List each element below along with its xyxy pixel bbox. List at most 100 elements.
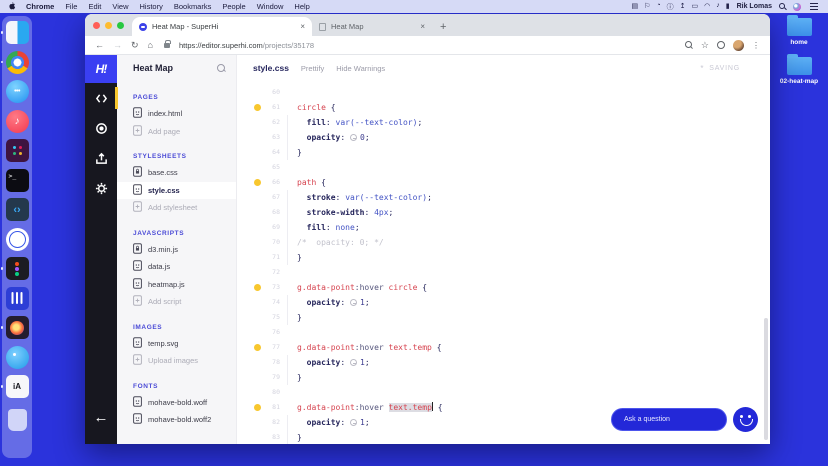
sidebar-item-add-page[interactable]: Add page: [117, 123, 236, 141]
info-icon[interactable]: ⓘ: [667, 2, 674, 12]
sidebar-item-mohave-bold-woff2[interactable]: mohave-bold.woff2: [117, 411, 236, 429]
number-widget-icon[interactable]: [350, 359, 357, 366]
spotlight-search-icon[interactable]: [779, 3, 786, 10]
code-line[interactable]: 73 g.data-point:hover circle {: [237, 280, 770, 295]
sidebar-item-style-css[interactable]: style.css: [117, 181, 236, 199]
apple-icon[interactable]: [8, 2, 16, 11]
code-line[interactable]: 62 fill: var(--text-color);: [237, 115, 770, 130]
code-line[interactable]: 61 circle {: [237, 100, 770, 115]
code-line[interactable]: 79}: [237, 370, 770, 385]
dock-item-music[interactable]: ♪: [5, 109, 29, 133]
menu-item-help[interactable]: Help: [294, 2, 309, 11]
menu-item-history[interactable]: History: [140, 2, 163, 11]
number-widget-icon[interactable]: [350, 299, 357, 306]
sidebar-item-mohave-bold-woff[interactable]: mohave-bold.woff: [117, 394, 236, 412]
new-tab-button[interactable]: +: [440, 21, 446, 33]
browser-tab-2[interactable]: Heat Map ×: [312, 17, 432, 36]
code-line[interactable]: 68 stroke-width: 4px;: [237, 205, 770, 220]
extension-icon[interactable]: [717, 41, 725, 49]
dock-item-figma[interactable]: [0, 257, 29, 280]
number-widget-icon[interactable]: [350, 134, 357, 141]
code-view-button[interactable]: [85, 83, 118, 113]
sidebar-item-heatmap-js[interactable]: heatmap.js: [117, 276, 236, 294]
code-line[interactable]: 71}: [237, 250, 770, 265]
volume-icon[interactable]: ♪: [716, 2, 720, 12]
code-line[interactable]: 77 g.data-point:hover text.temp {: [237, 340, 770, 355]
menubar-username[interactable]: Rik Lomas: [737, 3, 772, 10]
code-line[interactable]: 70 /* opacity: 0; */: [237, 235, 770, 250]
reload-icon[interactable]: ↻: [131, 40, 139, 51]
display-icon[interactable]: ▤: [631, 2, 638, 12]
code-editor[interactable]: 60 61 circle {62 fill: var(--text-color); 6…: [237, 81, 770, 444]
dock-item-trash[interactable]: [7, 405, 27, 431]
fullscreen-window-button[interactable]: [117, 21, 124, 29]
code-line[interactable]: 65: [237, 160, 770, 175]
menu-item-chrome[interactable]: Chrome: [26, 2, 54, 11]
sidebar-item-upload-images[interactable]: Upload images: [117, 352, 236, 370]
clock-icon[interactable]: ◔: [656, 2, 660, 12]
code-line[interactable]: 76: [237, 325, 770, 340]
editor-scrollbar[interactable]: [764, 318, 768, 440]
close-window-button[interactable]: [93, 21, 100, 29]
ask-question-input[interactable]: Ask a question: [611, 408, 727, 431]
vpn-icon[interactable]: ⚐: [644, 2, 650, 12]
dock-item-bird[interactable]: [5, 345, 29, 369]
settings-button[interactable]: [85, 173, 117, 203]
forward-icon[interactable]: →: [113, 40, 122, 50]
sidebar-item-data-js[interactable]: data.js: [117, 258, 236, 276]
upload-icon[interactable]: ↥: [680, 2, 686, 12]
preview-button[interactable]: [85, 113, 117, 143]
dock-item-clock[interactable]: [5, 227, 29, 251]
code-line[interactable]: 72: [237, 265, 770, 280]
back-button[interactable]: ←: [85, 409, 117, 426]
code-line[interactable]: 69 fill: none;: [237, 220, 770, 235]
back-icon[interactable]: ←: [95, 40, 104, 50]
code-line[interactable]: 75}: [237, 310, 770, 325]
menu-item-view[interactable]: View: [112, 2, 128, 11]
menu-item-people[interactable]: People: [222, 2, 245, 11]
dock-item-chrome[interactable]: [0, 50, 29, 74]
battery-icon[interactable]: ▮: [726, 2, 730, 12]
sidebar-item-d3-min-js[interactable]: d3.min.js: [117, 241, 236, 259]
code-line[interactable]: 60: [237, 85, 770, 100]
chat-smiley-button[interactable]: [733, 407, 758, 432]
home-icon[interactable]: ⌂: [148, 40, 153, 50]
menu-item-file[interactable]: File: [65, 2, 77, 11]
menu-item-bookmarks[interactable]: Bookmarks: [174, 2, 212, 11]
notification-center-icon[interactable]: [810, 6, 818, 7]
sidebar-item-temp-svg[interactable]: temp.svg: [117, 335, 236, 353]
dock-item-media[interactable]: [0, 316, 29, 339]
sidebar-item-add-stylesheet[interactable]: Add stylesheet: [117, 199, 236, 217]
number-widget-icon[interactable]: [350, 419, 357, 426]
code-line[interactable]: 78 opacity: 1;: [237, 355, 770, 370]
dock-item-writer[interactable]: iA: [0, 375, 29, 398]
hide-warnings-button[interactable]: Hide Warnings: [336, 64, 385, 73]
code-line[interactable]: 83}: [237, 430, 770, 444]
dock-item-slack[interactable]: [5, 139, 29, 162]
dock-item-finder[interactable]: [0, 21, 29, 44]
superhi-logo[interactable]: H!: [85, 55, 117, 83]
sidebar-item-base-css[interactable]: base.css: [117, 164, 236, 182]
profile-avatar[interactable]: [733, 39, 744, 51]
minimize-window-button[interactable]: [105, 21, 112, 29]
menu-item-edit[interactable]: Edit: [88, 2, 101, 11]
code-line[interactable]: 80: [237, 385, 770, 400]
url-field[interactable]: https://editor.superhi.com/projects/3517…: [179, 41, 314, 50]
dock-item-messages[interactable]: •••: [5, 80, 29, 103]
code-line[interactable]: 66 path {: [237, 175, 770, 190]
sidebar-item-add-script[interactable]: Add script: [117, 293, 236, 311]
browser-tab-1[interactable]: Heat Map - SuperHi ×: [132, 17, 312, 36]
sidebar-item-index-html[interactable]: index.html: [117, 105, 236, 123]
code-line[interactable]: 64}: [237, 145, 770, 160]
code-line[interactable]: 67 stroke: var(--text-color);: [237, 190, 770, 205]
dock-item-code[interactable]: ‹›: [5, 198, 29, 221]
browser-menu-icon[interactable]: ⋮: [752, 41, 760, 50]
menu-item-window[interactable]: Window: [257, 2, 284, 11]
padlock-icon[interactable]: [163, 39, 171, 48]
code-line[interactable]: 74 opacity: 1;: [237, 295, 770, 310]
bookmark-star-icon[interactable]: ☆: [701, 40, 709, 51]
search-icon[interactable]: [217, 63, 226, 73]
publish-button[interactable]: [85, 143, 117, 173]
prettify-button[interactable]: Prettify: [301, 64, 324, 73]
monitor-icon[interactable]: ▭: [692, 2, 699, 12]
